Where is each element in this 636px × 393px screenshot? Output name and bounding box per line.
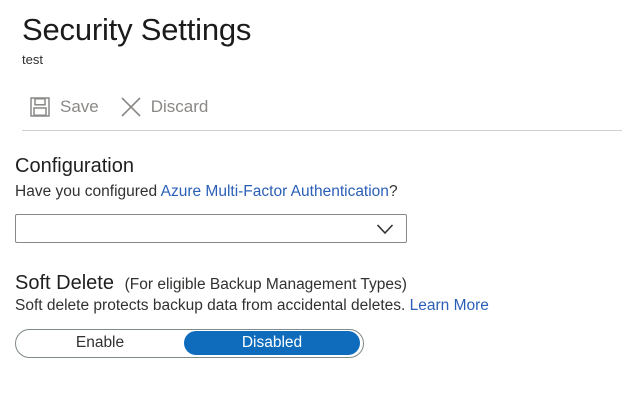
save-button[interactable]: Save — [28, 94, 99, 120]
page-title: Security Settings — [22, 12, 252, 47]
soft-delete-note: (For eligible Backup Management Types) — [124, 276, 407, 293]
save-label: Save — [60, 97, 99, 116]
question-suffix: ? — [388, 183, 398, 200]
command-bar: Save Discard — [28, 94, 208, 120]
close-icon — [119, 95, 143, 119]
discard-label: Discard — [150, 97, 209, 116]
soft-delete-description: Soft delete protects backup data from ac… — [15, 296, 489, 316]
discard-button[interactable]: Discard — [119, 94, 209, 120]
question-prefix: Have you configured — [15, 183, 161, 200]
soft-delete-heading: Soft Delete (For eligible Backup Managem… — [15, 270, 407, 297]
toggle-option-disabled[interactable]: Disabled — [184, 331, 360, 355]
page-subtitle: test — [22, 52, 43, 67]
azure-mfa-link[interactable]: Azure Multi-Factor Authentication — [161, 183, 389, 200]
save-icon — [28, 95, 52, 119]
configuration-question: Have you configured Azure Multi-Factor A… — [15, 182, 398, 202]
soft-delete-toggle[interactable]: Enable Disabled — [15, 329, 364, 358]
mfa-configured-dropdown[interactable] — [15, 214, 407, 243]
soft-delete-title: Soft Delete — [15, 272, 114, 294]
toggle-option-enable[interactable]: Enable — [18, 331, 182, 355]
chevron-down-icon — [376, 224, 394, 235]
command-bar-divider — [22, 130, 622, 131]
soft-delete-description-text: Soft delete protects backup data from ac… — [15, 297, 410, 314]
security-settings-page: Security Settings test Save Discard Conf… — [0, 0, 636, 393]
configuration-heading: Configuration — [15, 155, 134, 177]
learn-more-link[interactable]: Learn More — [410, 297, 489, 314]
